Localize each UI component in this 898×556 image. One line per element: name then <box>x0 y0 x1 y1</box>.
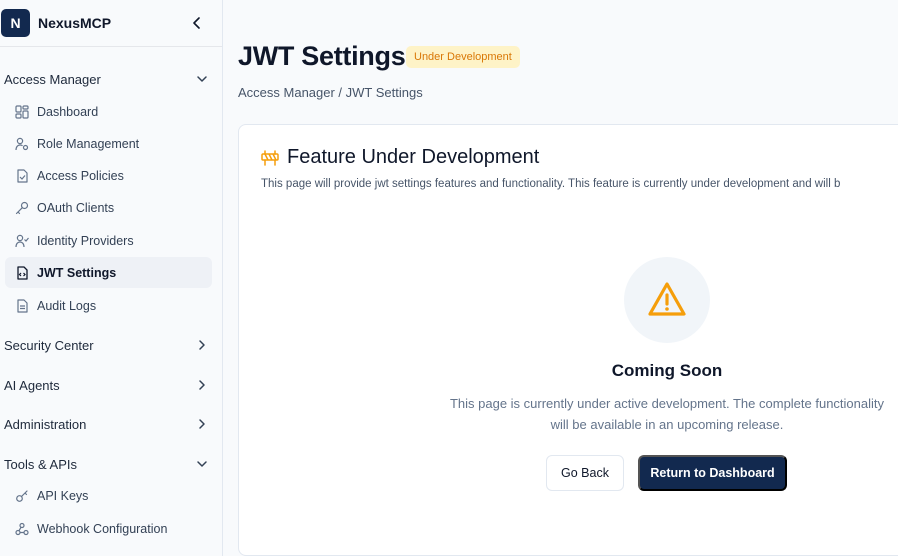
sidebar-item-label: Dashboard <box>37 104 99 119</box>
section-label: AI Agents <box>4 377 60 393</box>
section-label: Access Manager <box>4 71 101 87</box>
sidebar-item-audit-logs[interactable]: Audit Logs <box>5 290 212 321</box>
file-code-icon <box>15 265 29 280</box>
sidebar-item-label: Access Policies <box>37 168 124 183</box>
section-access-manager[interactable]: Access Manager <box>0 64 222 94</box>
construction-icon <box>261 149 279 166</box>
dashboard-icon <box>15 104 29 119</box>
section-security-center[interactable]: Security Center <box>0 330 222 360</box>
brand-logo: N <box>1 9 30 37</box>
chevron-right-icon <box>199 340 205 350</box>
sidebar-item-identity-providers[interactable]: Identity Providers <box>5 225 212 256</box>
webhook-icon <box>15 522 29 536</box>
sidebar-item-label: Identity Providers <box>37 233 134 248</box>
sidebar-item-dashboard[interactable]: Dashboard <box>5 96 212 127</box>
brand-name: NexusMCP <box>38 15 112 31</box>
chevron-right-icon <box>199 419 205 429</box>
sidebar-item-label: Role Management <box>37 136 140 151</box>
status-badge: Under Development <box>406 46 520 68</box>
section-label: Administration <box>4 416 87 432</box>
key-icon <box>15 201 29 215</box>
go-back-button[interactable]: Go Back <box>546 455 624 491</box>
section-administration[interactable]: Administration <box>0 409 222 439</box>
sidebar-item-label: JWT Settings <box>37 265 117 280</box>
breadcrumb: Access Manager / JWT Settings <box>238 85 423 100</box>
chevron-right-icon <box>199 380 205 390</box>
sidebar-item-webhook-configuration[interactable]: Webhook Configuration <box>5 513 212 544</box>
page-title: JWT Settings <box>238 41 406 71</box>
user-cog-icon <box>15 137 29 151</box>
sidebar: N NexusMCP Access Manager Dashboard Role… <box>0 0 223 556</box>
collapse-sidebar-button[interactable] <box>188 14 206 32</box>
brand-header: N NexusMCP <box>0 0 222 47</box>
sidebar-item-label: Audit Logs <box>37 298 97 313</box>
card-description: This page will provide jwt settings feat… <box>261 178 841 190</box>
sidebar-item-label: Webhook Configuration <box>37 521 168 536</box>
key-round-icon <box>15 489 29 503</box>
section-label: Tools & APIs <box>4 456 77 472</box>
file-text-icon <box>15 298 29 313</box>
coming-soon-text: This page is currently under active deve… <box>449 396 885 432</box>
app-window: N NexusMCP Access Manager Dashboard Role… <box>0 0 898 556</box>
sidebar-item-api-keys[interactable]: API Keys <box>5 480 212 511</box>
return-to-dashboard-button[interactable]: Return to Dashboard <box>638 455 787 491</box>
sidebar-item-role-management[interactable]: Role Management <box>5 128 212 159</box>
sidebar-item-access-policies[interactable]: Access Policies <box>5 160 212 191</box>
sidebar-item-jwt-settings[interactable]: JWT Settings <box>5 257 212 288</box>
sidebar-item-oauth-clients[interactable]: OAuth Clients <box>5 192 212 223</box>
section-label: Security Center <box>4 337 94 353</box>
file-check-icon <box>15 168 29 183</box>
warning-badge <box>624 257 710 343</box>
feature-card: Feature Under Development This page will… <box>238 124 898 556</box>
user-check-icon <box>15 234 29 248</box>
section-tools-apis[interactable]: Tools & APIs <box>0 449 222 479</box>
coming-soon-title: Coming Soon <box>611 361 723 380</box>
section-ai-agents[interactable]: AI Agents <box>0 370 222 400</box>
chevron-left-icon <box>193 17 200 29</box>
sidebar-item-label: OAuth Clients <box>37 200 115 215</box>
alert-triangle-icon <box>648 282 686 316</box>
sidebar-item-label: API Keys <box>37 488 89 503</box>
chevron-down-icon <box>197 76 207 82</box>
main-content: JWT Settings Under Development Access Ma… <box>223 0 898 556</box>
card-title: Feature Under Development <box>287 146 540 168</box>
chevron-down-icon <box>197 461 207 467</box>
card-header: Feature Under Development <box>261 146 539 169</box>
